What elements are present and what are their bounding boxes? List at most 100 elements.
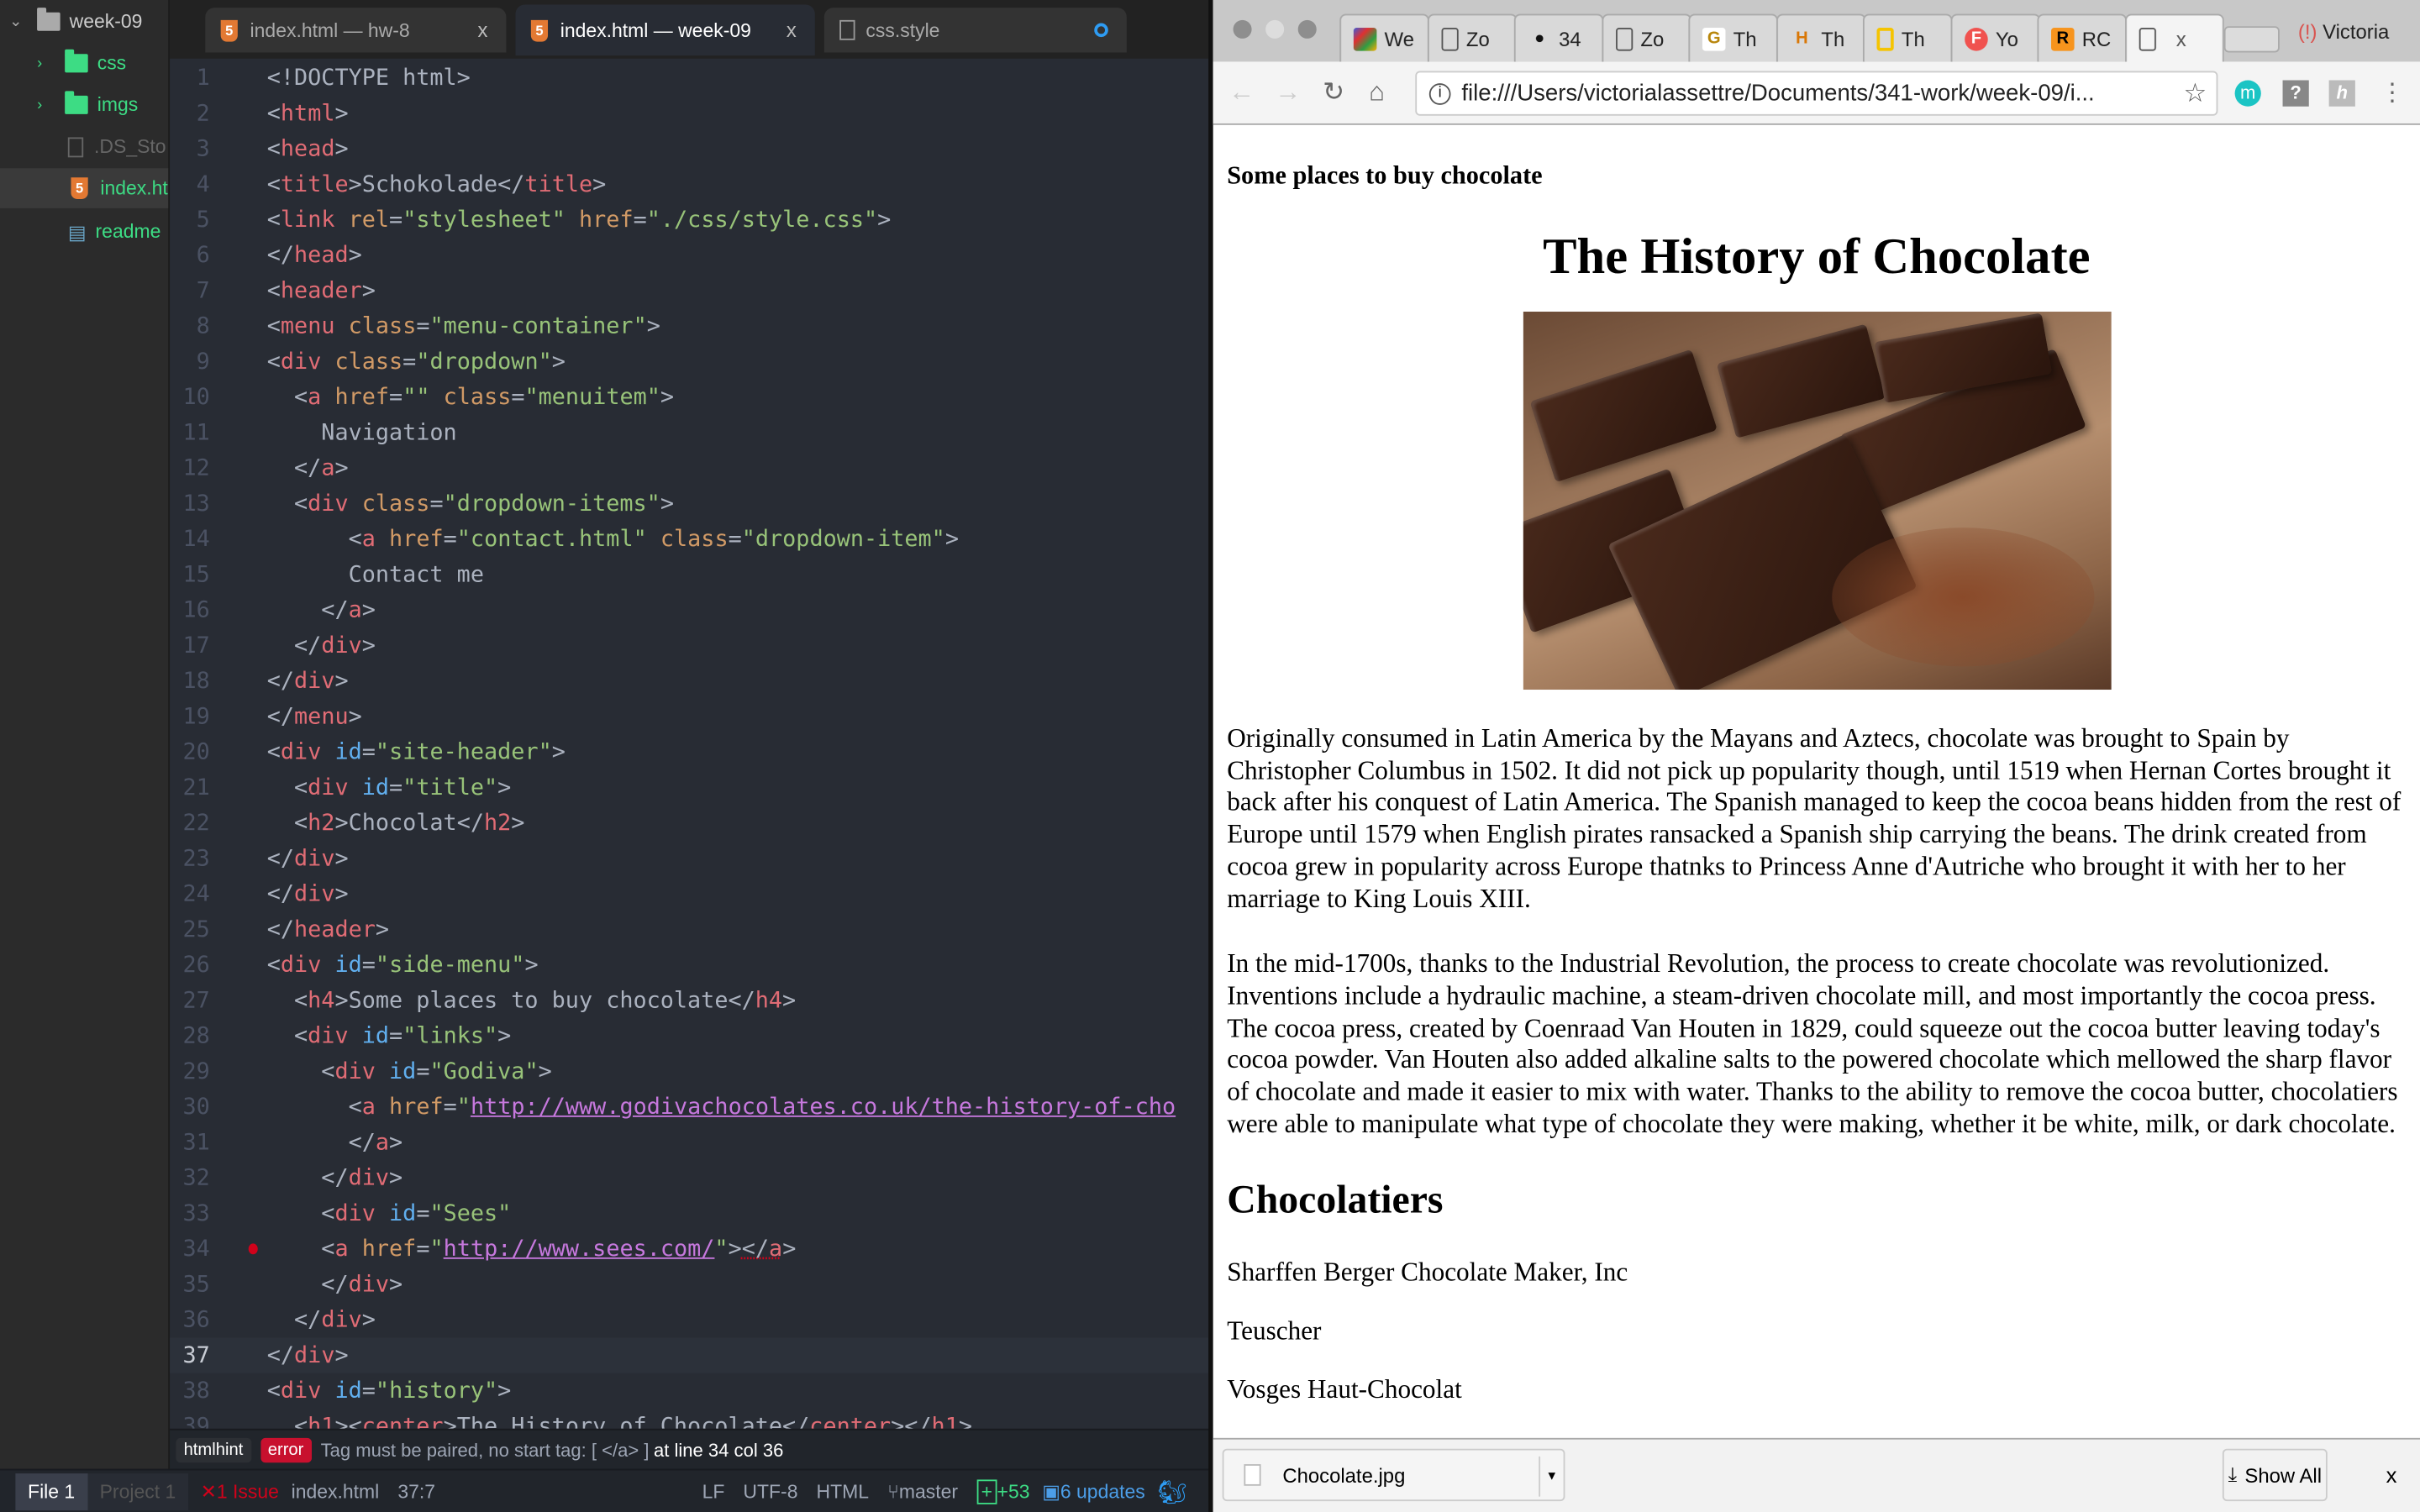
info-icon[interactable]: i <box>1428 82 1451 104</box>
browser-tab[interactable]: Th <box>1862 13 1953 62</box>
code-line[interactable]: 27 <h4>Some places to buy chocolate</h4> <box>170 983 1208 1018</box>
code-line[interactable]: 39 <h1><center>The History of Chocolate<… <box>170 1409 1208 1428</box>
browser-tab[interactable]: ● 34 <box>1513 13 1604 62</box>
menu-kebab-icon[interactable]: ⋮ <box>2380 77 2404 108</box>
cursor-position[interactable]: 37:7 <box>397 1480 435 1502</box>
code-line[interactable]: 10 <a href="" class="menuitem"> <box>170 380 1208 415</box>
forward-button[interactable]: → <box>1275 77 1301 108</box>
new-tab-button[interactable] <box>2223 26 2280 53</box>
code-line[interactable]: 20 <div id="site-header"> <box>170 734 1208 769</box>
extension-m-icon[interactable]: m <box>2234 80 2261 107</box>
code-area[interactable]: 1 <!DOCTYPE html> 2 <html> 3 <head> 4 <title>Sc… <box>170 60 1209 1429</box>
browser-tab[interactable]: We <box>1339 13 1429 62</box>
linter-message[interactable]: Tag must be paired, no start tag: [ </a>… <box>321 1439 650 1461</box>
code-line[interactable]: 9 <div class="dropdown"> <box>170 344 1208 380</box>
back-button[interactable]: ← <box>1228 77 1255 108</box>
tree-item-readme[interactable]: ▤ readme <box>0 212 168 252</box>
code-line[interactable]: 21 <div id="title"> <box>170 770 1208 806</box>
code-line[interactable]: 34 <a href="http://www.sees.com/"></a> <box>170 1231 1208 1267</box>
code-line[interactable]: 5 <link rel="stylesheet" href="./css/styl… <box>170 202 1208 238</box>
minimize-window-button[interactable] <box>1265 19 1285 39</box>
line-text: <h1><center>The History of Chocolate</ce… <box>267 1409 972 1428</box>
tree-item-index-html[interactable]: 5 index.ht <box>0 168 169 208</box>
code-line[interactable]: 7 <header> <box>170 273 1208 308</box>
close-download-bar-button[interactable]: x <box>2386 1462 2397 1487</box>
tab-index-week09[interactable]: 5 index.html — week-09 x <box>515 4 815 56</box>
code-line[interactable]: 17 </div> <box>170 628 1208 664</box>
maximize-window-button[interactable] <box>1297 19 1317 39</box>
code-line[interactable]: 18 </div> <box>170 664 1208 699</box>
line-ending[interactable]: LF <box>702 1480 725 1502</box>
tree-item-imgs[interactable]: › imgs <box>0 85 168 125</box>
code-line[interactable]: 30 <a href="http://www.godivachocolates.… <box>170 1089 1208 1125</box>
code-line[interactable]: 2 <html> <box>170 96 1208 131</box>
issues-count[interactable]: ✕1 Issue <box>201 1479 279 1503</box>
linter-location[interactable]: at line 34 col 36 <box>654 1439 783 1461</box>
code-line[interactable]: 19 </menu> <box>170 699 1208 734</box>
extension-h-icon[interactable]: h <box>2328 80 2355 107</box>
home-button[interactable]: ⌂ <box>1369 77 1385 108</box>
close-icon[interactable]: x <box>786 18 797 42</box>
code-line[interactable]: 15 Contact me <box>170 557 1208 592</box>
code-line[interactable]: 37 </div> <box>170 1337 1209 1373</box>
code-line[interactable]: 24 </div> <box>170 876 1208 911</box>
code-line[interactable]: 23 </div> <box>170 841 1208 876</box>
close-window-button[interactable] <box>1233 19 1252 39</box>
browser-tab[interactable]: Zo <box>1427 13 1517 62</box>
browser-tab[interactable]: R RC <box>2037 13 2128 62</box>
line-number: 17 <box>182 633 210 659</box>
code-line[interactable]: 35 </div> <box>170 1267 1208 1302</box>
squirrel-icon[interactable]: 🐿 <box>1157 1478 1186 1505</box>
code-line[interactable]: 14 <a href="contact.html" class="dropdow… <box>170 522 1208 557</box>
code-line[interactable]: 29 <div id="Godiva"> <box>170 1053 1208 1089</box>
address-bar[interactable]: i file:///Users/victorialassettre/Documen… <box>1415 71 2218 116</box>
code-line[interactable]: 3 <head> <box>170 131 1208 166</box>
browser-tab[interactable]: F Yo <box>1949 13 2040 62</box>
package-updates[interactable]: ▣6 updates <box>1042 1479 1145 1503</box>
code-line[interactable]: 11 Navigation <box>170 415 1208 450</box>
code-line[interactable]: 36 </div> <box>170 1302 1208 1337</box>
extension-help-icon[interactable]: ? <box>2282 80 2309 107</box>
grammar[interactable]: HTML <box>817 1480 870 1502</box>
tab-css-style[interactable]: css.style <box>823 8 1127 53</box>
close-icon[interactable]: x <box>477 18 487 42</box>
git-diff[interactable]: + +53 <box>976 1478 1030 1504</box>
browser-tab[interactable]: Zo <box>1601 13 1691 62</box>
tree-item-ds-store[interactable]: .DS_Sto <box>0 127 168 167</box>
file-issues-tab[interactable]: File 1 <box>15 1473 87 1510</box>
code-line[interactable]: 26 <div id="side-menu"> <box>170 948 1208 983</box>
browser-tab-label[interactable]: x <box>2175 27 2186 50</box>
git-branch[interactable]: ⑂master <box>887 1480 958 1502</box>
code-line[interactable]: 32 </div> <box>170 1160 1208 1195</box>
code-line[interactable]: 33 <div id="Sees" <box>170 1195 1208 1231</box>
code-line[interactable]: 16 </a> <box>170 592 1208 627</box>
bookmark-star-icon[interactable]: ☆ <box>2184 78 2207 109</box>
code-line[interactable]: 6 </head> <box>170 238 1208 273</box>
status-filename[interactable]: index.html <box>292 1480 380 1502</box>
code-token: > <box>334 880 349 908</box>
url-text[interactable]: file:///Users/victorialassettre/Document… <box>1461 81 2094 107</box>
code-line[interactable]: 25 </header> <box>170 912 1208 948</box>
browser-tab[interactable]: G Th <box>1688 13 1778 62</box>
show-all-button[interactable]: ⤓ Show All <box>2222 1448 2328 1502</box>
profile-button[interactable]: (!) Victoria <box>2298 20 2389 44</box>
download-menu-caret-icon[interactable]: ▼ <box>1539 1456 1563 1497</box>
code-line[interactable]: 8 <menu class="menu-container"> <box>170 308 1208 344</box>
reload-button[interactable]: ↻ <box>1323 77 1344 108</box>
code-line[interactable]: 38 <div id="history"> <box>170 1373 1208 1409</box>
download-item[interactable]: Chocolate.jpg ▼ <box>1222 1448 1565 1502</box>
browser-tab[interactable]: x <box>2124 13 2223 62</box>
tab-index-hw8[interactable]: 5 index.html — hw-8 x <box>205 8 507 53</box>
code-line[interactable]: 13 <div class="dropdown-items"> <box>170 486 1208 522</box>
code-line[interactable]: 22 <h2>Chocolat</h2> <box>170 806 1208 841</box>
browser-tab[interactable]: H Th <box>1776 13 1865 62</box>
tree-item-css[interactable]: › css <box>0 43 168 83</box>
tree-root[interactable]: ⌄ week-09 <box>0 2 168 42</box>
code-line[interactable]: 31 </a> <box>170 1125 1208 1160</box>
code-line[interactable]: 12 </a> <box>170 450 1208 486</box>
encoding[interactable]: UTF-8 <box>743 1480 797 1502</box>
code-line[interactable]: 1 <!DOCTYPE html> <box>170 60 1208 96</box>
project-issues-tab[interactable]: Project 1 <box>87 1473 188 1510</box>
code-line[interactable]: 28 <div id="links"> <box>170 1018 1208 1053</box>
code-line[interactable]: 4 <title>Schokolade</title> <box>170 166 1208 202</box>
